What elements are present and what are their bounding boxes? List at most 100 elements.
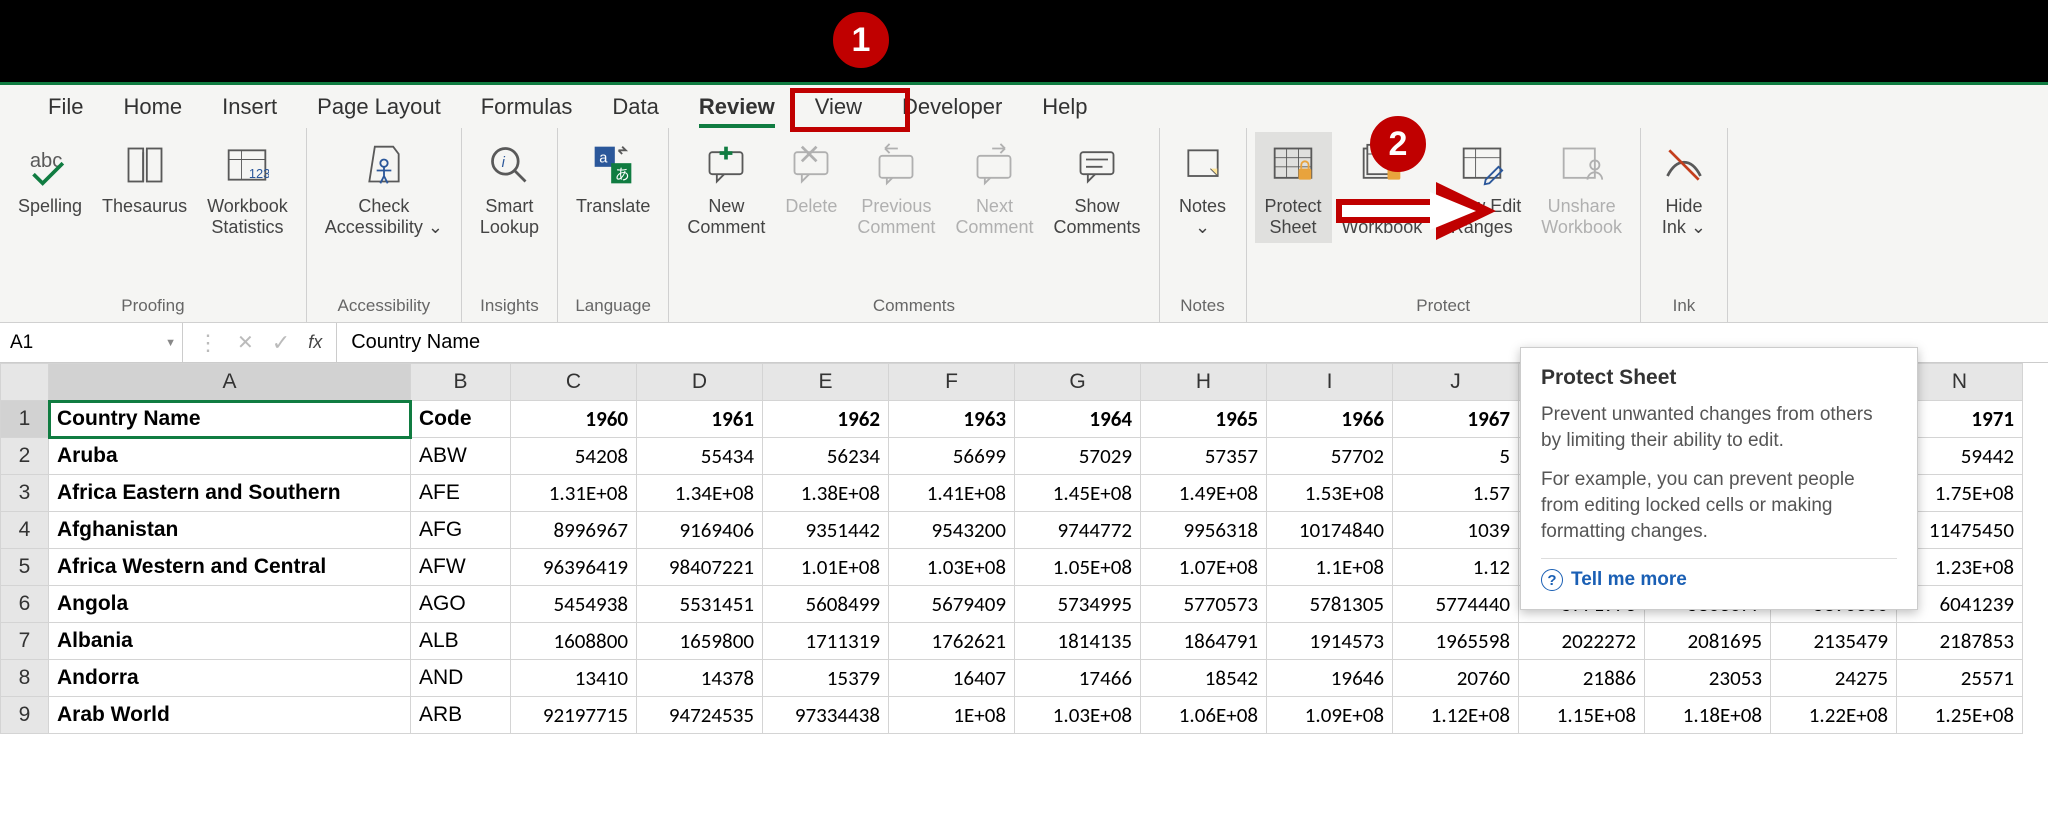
cell[interactable]: 1.12 — [1393, 549, 1519, 586]
cell[interactable]: 56699 — [889, 438, 1015, 475]
cell[interactable]: 5531451 — [637, 586, 763, 623]
cell[interactable]: ALB — [411, 623, 511, 660]
column-header[interactable]: I — [1267, 364, 1393, 401]
cell[interactable]: 1.03E+08 — [1015, 697, 1141, 734]
cell[interactable]: 1.22E+08 — [1771, 697, 1897, 734]
cell[interactable]: 9169406 — [637, 512, 763, 549]
workbook-stats-button[interactable]: 123WorkbookStatistics — [197, 132, 298, 243]
cell[interactable]: 9956318 — [1141, 512, 1267, 549]
cell[interactable]: 1914573 — [1267, 623, 1393, 660]
tab-insert[interactable]: Insert — [202, 86, 297, 128]
cell[interactable]: 1.01E+08 — [763, 549, 889, 586]
cell[interactable]: 1.18E+08 — [1645, 697, 1771, 734]
cell[interactable]: 5781305 — [1267, 586, 1393, 623]
row-header[interactable]: 2 — [1, 438, 49, 475]
accessibility-button[interactable]: CheckAccessibility ⌄ — [315, 132, 453, 243]
cell[interactable]: 1960 — [511, 401, 637, 438]
cell[interactable]: 1.53E+08 — [1267, 475, 1393, 512]
row-header[interactable]: 9 — [1, 697, 49, 734]
cell[interactable]: 5679409 — [889, 586, 1015, 623]
column-header[interactable]: B — [411, 364, 511, 401]
cell[interactable]: 14378 — [637, 660, 763, 697]
cell[interactable]: 1.25E+08 — [1897, 697, 2023, 734]
cell[interactable]: Code — [411, 401, 511, 438]
cell[interactable]: 57357 — [1141, 438, 1267, 475]
cell[interactable]: 5 — [1393, 438, 1519, 475]
hide-ink-button[interactable]: HideInk ⌄ — [1649, 132, 1719, 243]
fx-icon[interactable]: fx — [308, 332, 322, 353]
spelling-button[interactable]: abcSpelling — [8, 132, 92, 223]
cell[interactable]: AND — [411, 660, 511, 697]
cell[interactable]: 24275 — [1771, 660, 1897, 697]
cell[interactable]: Country Name — [49, 401, 411, 438]
row-header[interactable]: 4 — [1, 512, 49, 549]
cell[interactable]: 1.1E+08 — [1267, 549, 1393, 586]
protect-sheet-button[interactable]: ProtectSheet — [1255, 132, 1332, 243]
cell[interactable]: 1.09E+08 — [1267, 697, 1393, 734]
show-comments-button[interactable]: ShowComments — [1043, 132, 1150, 243]
tooltip-tell-me-more[interactable]: ? Tell me more — [1541, 569, 1897, 591]
cancel-icon[interactable]: ✕ — [237, 330, 254, 355]
cell[interactable]: Arab World — [49, 697, 411, 734]
cell[interactable]: 5770573 — [1141, 586, 1267, 623]
cell[interactable]: 2081695 — [1645, 623, 1771, 660]
cell[interactable]: 1965 — [1141, 401, 1267, 438]
name-box[interactable]: A1 ▼ — [0, 323, 183, 362]
row-header[interactable]: 5 — [1, 549, 49, 586]
cell[interactable]: 94724535 — [637, 697, 763, 734]
cell[interactable]: AFG — [411, 512, 511, 549]
column-header[interactable]: J — [1393, 364, 1519, 401]
cell[interactable]: 1.15E+08 — [1519, 697, 1645, 734]
cell[interactable]: 8996967 — [511, 512, 637, 549]
cell[interactable]: 25571 — [1897, 660, 2023, 697]
cell[interactable]: 2022272 — [1519, 623, 1645, 660]
cell[interactable]: 20760 — [1393, 660, 1519, 697]
cell[interactable]: 1961 — [637, 401, 763, 438]
cell[interactable]: 1814135 — [1015, 623, 1141, 660]
cell[interactable]: 57702 — [1267, 438, 1393, 475]
cell[interactable]: Afghanistan — [49, 512, 411, 549]
cell[interactable]: 1.34E+08 — [637, 475, 763, 512]
cell[interactable]: 1967 — [1393, 401, 1519, 438]
cell[interactable]: 98407221 — [637, 549, 763, 586]
tab-formulas[interactable]: Formulas — [461, 86, 593, 128]
cell[interactable]: 1.12E+08 — [1393, 697, 1519, 734]
cell[interactable]: 1762621 — [889, 623, 1015, 660]
cell[interactable]: 1.31E+08 — [511, 475, 637, 512]
cell[interactable]: AGO — [411, 586, 511, 623]
cell[interactable]: 5734995 — [1015, 586, 1141, 623]
row-header[interactable]: 7 — [1, 623, 49, 660]
tab-review[interactable]: Review — [679, 86, 795, 128]
cell[interactable]: Aruba — [49, 438, 411, 475]
cell[interactable]: ARB — [411, 697, 511, 734]
tab-data[interactable]: Data — [592, 86, 678, 128]
enter-icon[interactable]: ✓ — [272, 330, 290, 356]
formula-menu-icon[interactable]: ⋮ — [197, 330, 219, 356]
cell[interactable]: 1.05E+08 — [1015, 549, 1141, 586]
tab-page-layout[interactable]: Page Layout — [297, 86, 461, 128]
cell[interactable]: 1962 — [763, 401, 889, 438]
translate-button[interactable]: aあTranslate — [566, 132, 660, 223]
cell[interactable]: ABW — [411, 438, 511, 475]
cell[interactable]: AFW — [411, 549, 511, 586]
smart-lookup-button[interactable]: iSmartLookup — [470, 132, 549, 243]
cell[interactable]: 57029 — [1015, 438, 1141, 475]
cell[interactable]: 1608800 — [511, 623, 637, 660]
cell[interactable]: Africa Eastern and Southern — [49, 475, 411, 512]
cell[interactable]: 9351442 — [763, 512, 889, 549]
cell[interactable]: 1E+08 — [889, 697, 1015, 734]
tab-home[interactable]: Home — [103, 86, 202, 128]
cell[interactable]: 1659800 — [637, 623, 763, 660]
row-header[interactable]: 6 — [1, 586, 49, 623]
cell[interactable]: Angola — [49, 586, 411, 623]
cell[interactable]: 10174840 — [1267, 512, 1393, 549]
cell[interactable]: 1.45E+08 — [1015, 475, 1141, 512]
tab-file[interactable]: File — [28, 86, 103, 128]
cell[interactable]: 1711319 — [763, 623, 889, 660]
cell[interactable]: 56234 — [763, 438, 889, 475]
column-header[interactable]: E — [763, 364, 889, 401]
column-header[interactable]: A — [49, 364, 411, 401]
row-header[interactable]: 8 — [1, 660, 49, 697]
cell[interactable]: 23053 — [1645, 660, 1771, 697]
cell[interactable]: 2187853 — [1897, 623, 2023, 660]
